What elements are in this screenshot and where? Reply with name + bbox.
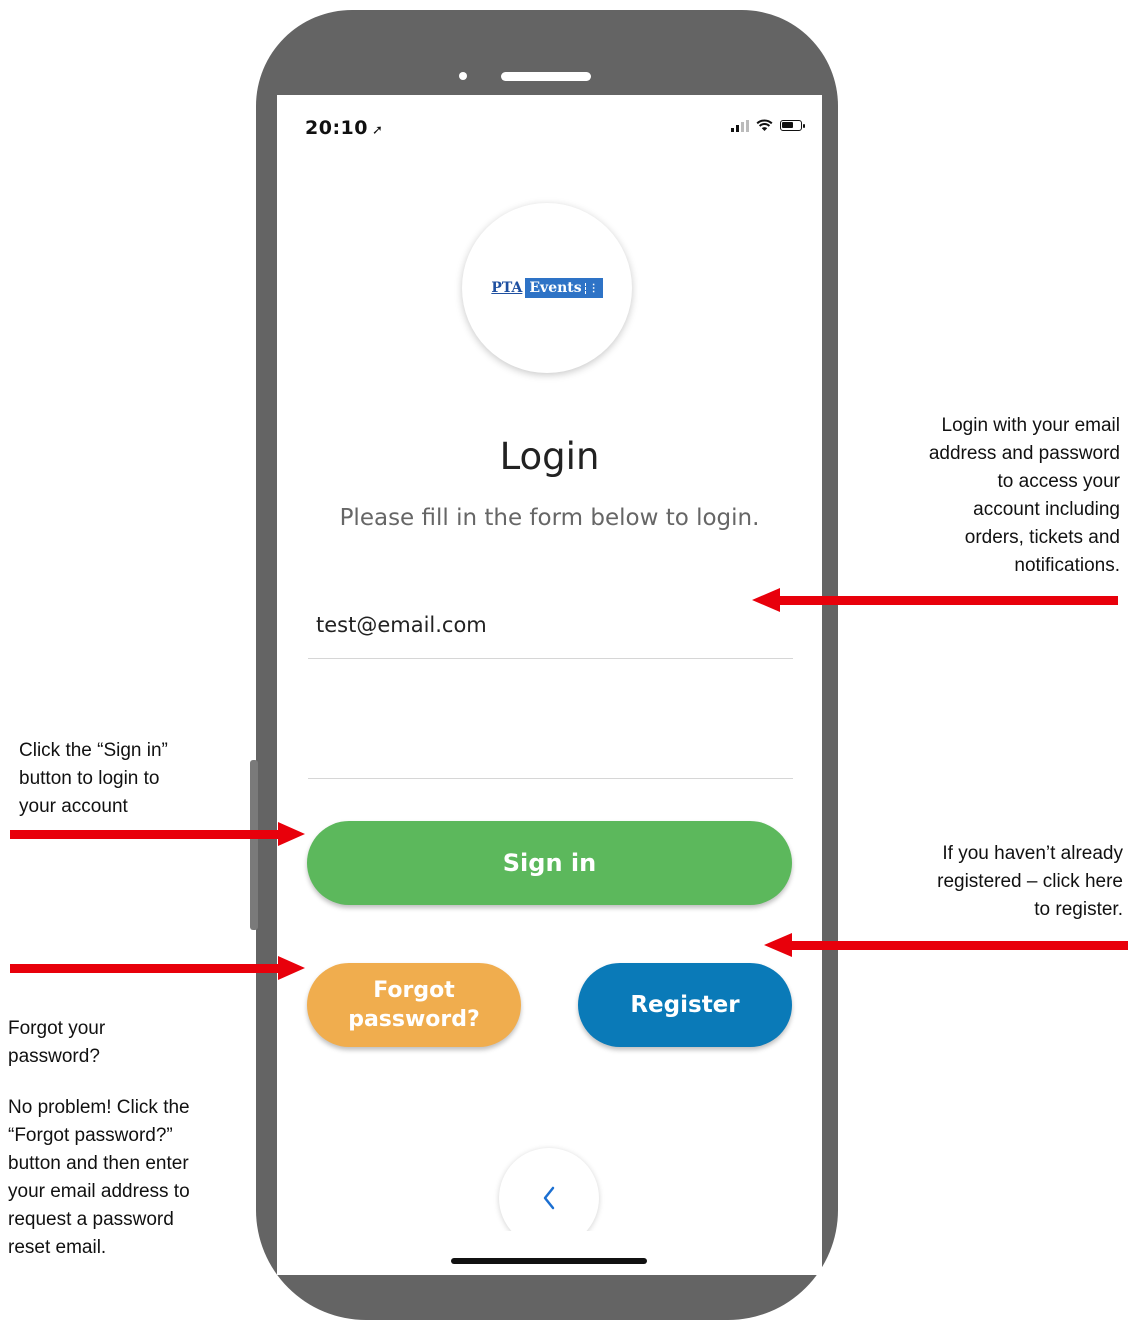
pta-events-logo: PTA Events ⋮ (491, 278, 603, 298)
register-button[interactable]: Register (578, 963, 792, 1047)
wifi-icon (756, 119, 773, 131)
arrow-to-register-button (764, 933, 1128, 957)
location-arrow-icon: ➚ (371, 123, 384, 138)
home-indicator[interactable] (451, 1258, 647, 1264)
annotation-line: Click the “Sign in” (19, 740, 168, 761)
arrow-to-email-field (752, 588, 1118, 612)
back-button-clip (477, 1231, 627, 1271)
sign-in-annotation: Click the “Sign in” button to login to y… (19, 737, 249, 821)
login-annotation: Login with your email address and passwo… (850, 412, 1120, 580)
annotation-line: If you haven’t already (942, 843, 1123, 864)
page-subtitle: Please fill in the form below to login. (339, 505, 760, 531)
forgot-label-line2: password? (348, 1007, 480, 1032)
annotation-line: account including (973, 499, 1120, 520)
phone-camera-dot (459, 72, 467, 80)
annotation-line: “Forgot password?” (8, 1125, 173, 1146)
status-time-text: 20:10 (305, 117, 368, 139)
phone-speaker (501, 72, 591, 81)
annotation-line: to access your (997, 471, 1121, 492)
status-icons (731, 119, 805, 132)
arrow-to-sign-in-button (10, 822, 305, 846)
annotation-line: request a password (8, 1209, 174, 1230)
logo-ticket-dots-icon: ⋮ (584, 282, 599, 294)
battery-icon (780, 120, 805, 131)
page-title: Login (499, 435, 600, 478)
annotation-line: registered – click here (937, 871, 1123, 892)
email-field-container (308, 605, 809, 659)
password-field[interactable] (308, 725, 809, 765)
annotation-line: Forgot your (8, 1018, 106, 1039)
annotation-line: button and then enter (8, 1153, 189, 1174)
logo-pta-text: PTA (491, 280, 523, 296)
annotation-line: your email address to (8, 1181, 190, 1202)
forgot-annotation-detail: No problem! Click the “Forgot password?”… (8, 1094, 253, 1262)
annotation-line: password? (8, 1046, 100, 1067)
forgot-label-line1: Forgot (373, 978, 455, 1003)
forgot-password-label: Forgot password? (348, 976, 480, 1034)
annotation-line: notifications. (1014, 555, 1120, 576)
chevron-left-icon (543, 1186, 555, 1210)
forgot-annotation: Forgot your password? (8, 1015, 253, 1071)
signal-icon (731, 119, 749, 132)
logo-events-badge: Events ⋮ (525, 278, 603, 298)
annotation-line: reset email. (8, 1237, 107, 1258)
logo-events-text: Events (529, 280, 582, 296)
sign-in-button[interactable]: Sign in (307, 821, 792, 905)
forgot-password-button[interactable]: Forgot password? (307, 963, 521, 1047)
annotation-line: to register. (1034, 899, 1123, 920)
annotation-line: your account (19, 796, 128, 817)
status-time: 20:10 ➚ (305, 117, 383, 139)
phone-screen: 20:10 ➚ PTA Events ⋮ Login Please fill in… (277, 95, 822, 1275)
annotation-line: button to login to (19, 768, 160, 789)
arrow-to-forgot-button (10, 956, 305, 980)
annotation-line: No problem! Click the (8, 1097, 190, 1118)
annotation-line: address and password (928, 443, 1120, 464)
email-field[interactable] (308, 605, 809, 645)
password-field-container (308, 725, 809, 779)
register-annotation: If you haven’t already registered – clic… (850, 840, 1123, 924)
annotation-line: orders, tickets and (964, 527, 1120, 548)
app-logo: PTA Events ⋮ (462, 203, 632, 373)
annotation-line: Login with your email (941, 415, 1120, 436)
